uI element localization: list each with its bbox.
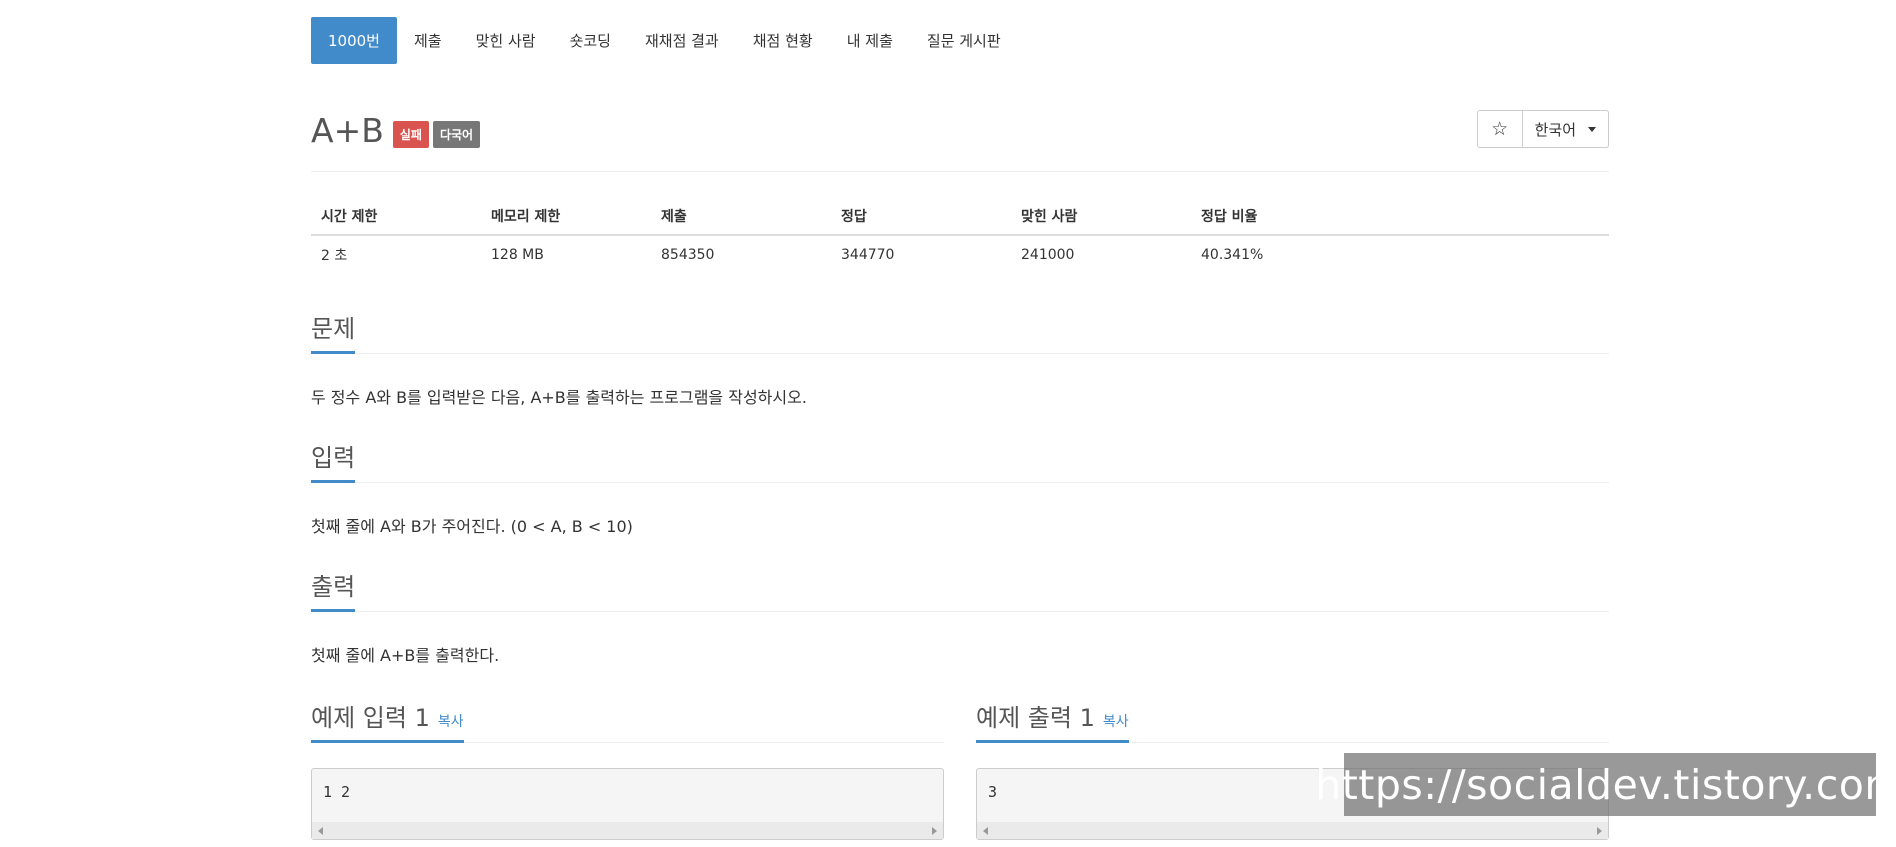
sample-input-1: 예제 입력 1 복사 1 2 <box>311 699 944 840</box>
title-tools: ☆ 한국어 <box>1476 110 1609 148</box>
horizontal-scrollbar[interactable] <box>977 822 1608 839</box>
section-head: 문제 <box>311 310 1609 354</box>
multilang-badge: 다국어 <box>432 120 481 148</box>
sample-output-title-text: 예제 출력 1 <box>976 704 1095 732</box>
tab-my-submissions[interactable]: 내 제출 <box>830 17 910 64</box>
value-solved-users: 241000 <box>1021 246 1075 263</box>
problem-info-table: 시간 제한 메모리 제한 제출 정답 맞힌 사람 정답 비율 2 초 128 M… <box>311 200 1609 273</box>
section-input: 입력 첫째 줄에 A와 B가 주어진다. (0 < A, B < 10) <box>311 439 1609 537</box>
sample-input-box[interactable]: 1 2 <box>311 768 944 840</box>
section-title-output: 출력 <box>311 568 356 612</box>
problem-title-row: A+B 실패 다국어 <box>311 108 481 152</box>
tab-rejudge-results[interactable]: 재채점 결과 <box>628 17 736 64</box>
header-accept-ratio: 정답 비율 <box>1191 200 1609 236</box>
scroll-right-icon[interactable] <box>1597 826 1602 835</box>
value-time-limit: 2 초 <box>321 247 348 264</box>
tab-submit[interactable]: 제출 <box>397 17 459 64</box>
title-divider <box>311 171 1609 172</box>
problem-title: A+B <box>311 110 384 150</box>
tab-problem[interactable]: 1000번 <box>311 17 397 64</box>
section-head: 입력 <box>311 439 1609 483</box>
copy-sample-output-link[interactable]: 복사 <box>1103 714 1129 730</box>
table-header-row: 시간 제한 메모리 제한 제출 정답 맞힌 사람 정답 비율 <box>311 200 1609 236</box>
scroll-right-icon[interactable] <box>932 826 937 835</box>
problem-nav: 1000번 제출 맞힌 사람 숏코딩 재채점 결과 채점 현황 내 제출 질문 … <box>311 17 1018 64</box>
section-head: 예제 입력 1 복사 <box>311 699 944 743</box>
star-icon: ☆ <box>1491 118 1509 140</box>
header-solved-users: 맞힌 사람 <box>1011 200 1191 236</box>
watermark: https://socialdev.tistory.com <box>1315 753 1896 816</box>
language-dropdown[interactable]: 한국어 <box>1523 111 1608 147</box>
sample-input-content: 1 2 <box>323 783 351 801</box>
sample-input-title: 예제 입력 1 복사 <box>311 699 464 743</box>
value-accepted: 344770 <box>841 246 895 263</box>
tab-short-coding[interactable]: 숏코딩 <box>553 17 628 64</box>
tab-question-board[interactable]: 질문 게시판 <box>910 17 1018 64</box>
header-accepted: 정답 <box>831 200 1011 236</box>
value-accept-ratio: 40.341% <box>1201 246 1264 263</box>
section-title-description: 문제 <box>311 310 356 354</box>
sample-output-1: 예제 출력 1 복사 3 <box>976 699 1609 840</box>
tab-solved-users[interactable]: 맞힌 사람 <box>459 17 553 64</box>
input-text: 첫째 줄에 A와 B가 주어진다. (0 < A, B < 10) <box>311 517 633 536</box>
sample-output-title: 예제 출력 1 복사 <box>976 699 1129 743</box>
value-submissions: 854350 <box>661 246 715 263</box>
header-memory-limit: 메모리 제한 <box>481 200 651 236</box>
scroll-left-icon[interactable] <box>983 826 988 835</box>
copy-sample-input-link[interactable]: 복사 <box>438 714 464 730</box>
value-memory-limit: 128 MB <box>491 246 544 263</box>
section-description: 문제 두 정수 A와 B를 입력받은 다음, A+B를 출력하는 프로그램을 작… <box>311 310 1609 408</box>
output-text: 첫째 줄에 A+B를 출력한다. <box>311 646 500 665</box>
section-head: 예제 출력 1 복사 <box>976 699 1609 743</box>
description-text: 두 정수 A와 B를 입력받은 다음, A+B를 출력하는 프로그램을 작성하시… <box>311 388 807 407</box>
sample-output-content: 3 <box>988 783 998 801</box>
tab-judge-status[interactable]: 채점 현황 <box>736 17 830 64</box>
horizontal-scrollbar[interactable] <box>312 822 943 839</box>
header-time-limit: 시간 제한 <box>311 200 481 236</box>
status-badge-fail: 실패 <box>392 120 429 148</box>
header-submissions: 제출 <box>651 200 831 236</box>
caret-down-icon <box>1588 126 1596 132</box>
scroll-left-icon[interactable] <box>318 826 323 835</box>
table-row: 2 초 128 MB 854350 344770 241000 40.341% <box>311 235 1609 273</box>
section-output: 출력 첫째 줄에 A+B를 출력한다. <box>311 568 1609 666</box>
section-title-input: 입력 <box>311 439 356 483</box>
section-head: 출력 <box>311 568 1609 612</box>
sample-input-title-text: 예제 입력 1 <box>311 704 430 732</box>
language-label: 한국어 <box>1534 120 1576 139</box>
favorite-button[interactable]: ☆ <box>1478 111 1523 147</box>
